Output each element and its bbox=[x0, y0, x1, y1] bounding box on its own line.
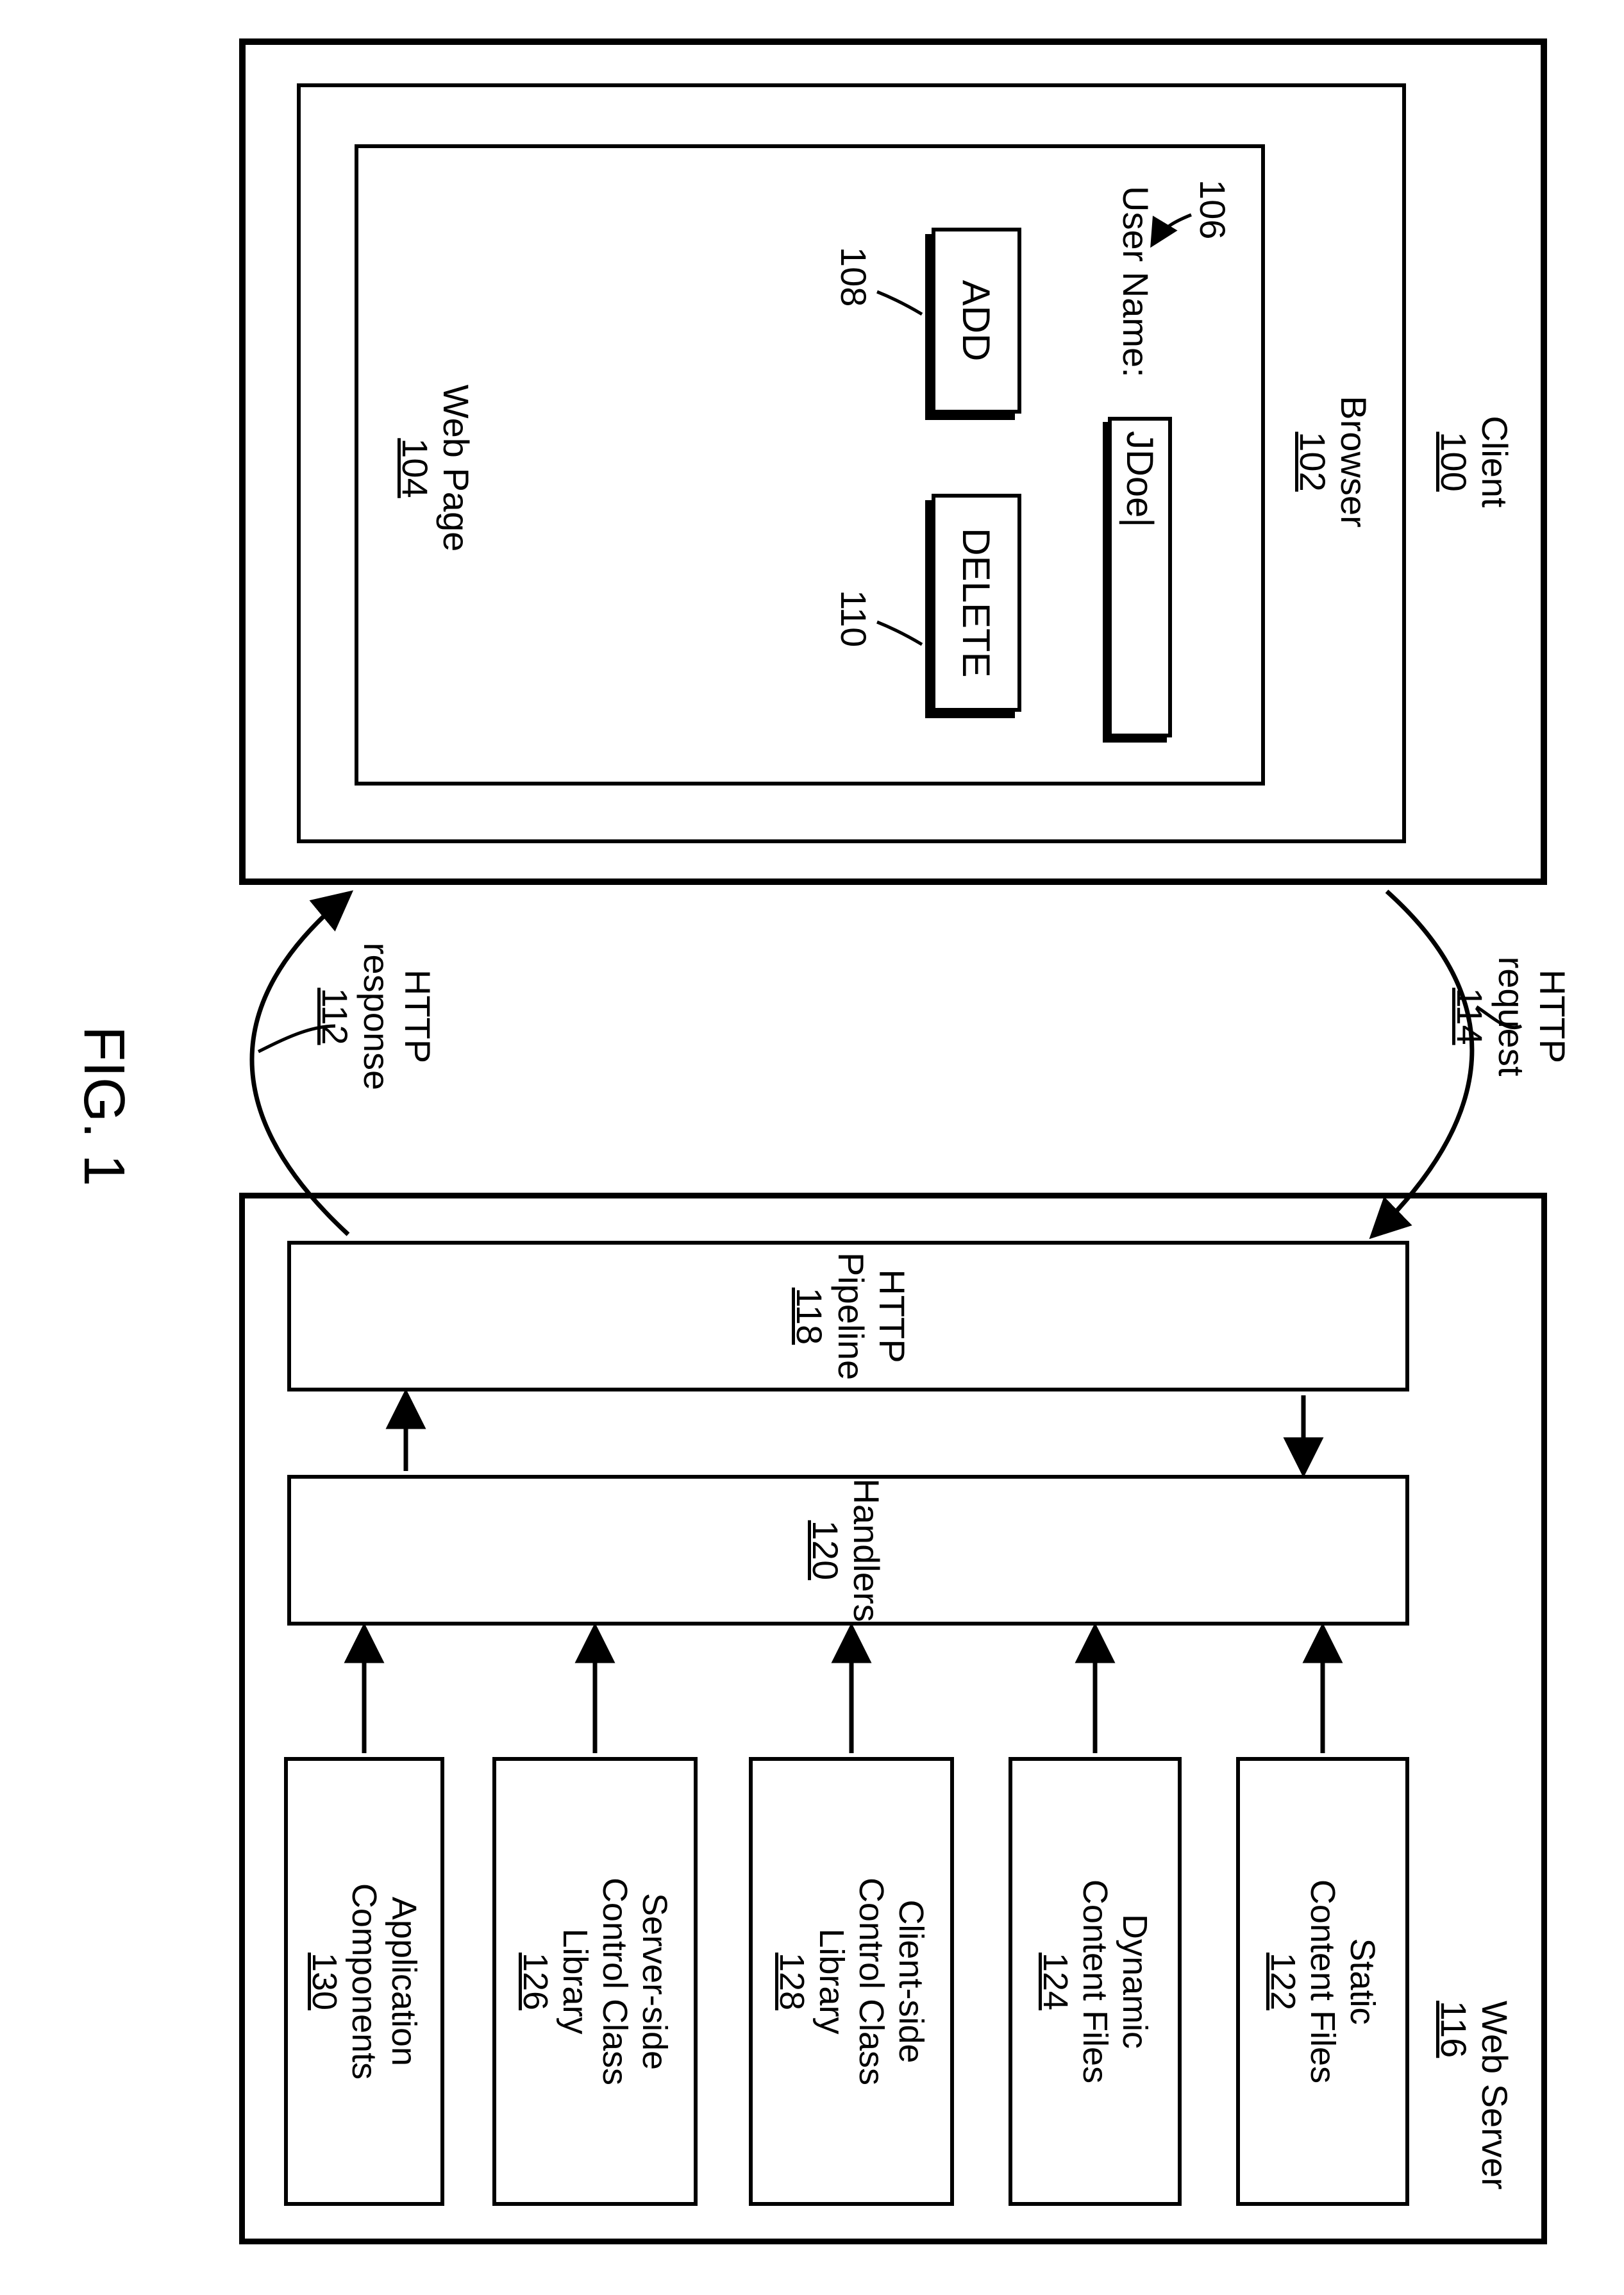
client-title-text: Client bbox=[1475, 416, 1515, 507]
http-response-label: HTTP response 112 bbox=[314, 914, 438, 1119]
handlers-text: Handlers bbox=[846, 1478, 887, 1622]
http-request-label: HTTP request 114 bbox=[1449, 914, 1573, 1119]
http-request-id: 114 bbox=[1449, 988, 1490, 1045]
username-input[interactable]: JDoe| bbox=[1108, 417, 1172, 737]
browser-title-text: Browser bbox=[1334, 396, 1374, 527]
client-title: Client 100 bbox=[1432, 359, 1515, 564]
comp-static: Static Content Files 122 bbox=[1236, 1757, 1409, 2206]
client-id: 100 bbox=[1432, 432, 1473, 491]
browser-title: Browser 102 bbox=[1291, 359, 1374, 564]
username-label: User Name: bbox=[1115, 186, 1156, 404]
delete-button[interactable]: DELETE bbox=[932, 494, 1021, 712]
ref-108: 108 bbox=[833, 247, 874, 307]
handlers-id: 120 bbox=[804, 1520, 845, 1580]
webpage-id: 104 bbox=[394, 438, 435, 498]
username-value: JDoe| bbox=[1119, 431, 1162, 527]
webpage-title: Web Page 104 bbox=[394, 359, 476, 577]
ref-106: 106 bbox=[1192, 180, 1233, 239]
ref-110: 110 bbox=[833, 590, 874, 647]
add-button-label: ADD bbox=[955, 280, 999, 362]
server-id: 116 bbox=[1432, 2001, 1473, 2058]
comp-dynamic: Dynamic Content Files 124 bbox=[1009, 1757, 1182, 2206]
figure-caption: FIG. 1 bbox=[71, 1026, 137, 1186]
http-response-text: HTTP response bbox=[356, 943, 438, 1090]
browser-id: 102 bbox=[1291, 432, 1332, 491]
pipeline-label: HTTP Pipeline 118 bbox=[789, 1241, 912, 1391]
server-title-text: Web Server bbox=[1475, 2001, 1515, 2190]
http-request-text: HTTP request bbox=[1491, 957, 1573, 1077]
comp-server-lib: Server-side Control Class Library 126 bbox=[492, 1757, 698, 2206]
webpage-title-text: Web Page bbox=[436, 385, 476, 551]
delete-button-label: DELETE bbox=[955, 528, 999, 677]
handlers-label: Handlers 120 bbox=[804, 1475, 887, 1626]
pipeline-text: HTTP Pipeline bbox=[831, 1252, 912, 1380]
http-response-id: 112 bbox=[314, 988, 355, 1045]
comp-client-lib: Client-side Control Class Library 128 bbox=[749, 1757, 954, 2206]
comp-app: Application Components 130 bbox=[284, 1757, 444, 2206]
server-title: Web Server 116 bbox=[1432, 2001, 1515, 2219]
add-button[interactable]: ADD bbox=[932, 228, 1021, 414]
pipeline-id: 118 bbox=[789, 1288, 830, 1345]
